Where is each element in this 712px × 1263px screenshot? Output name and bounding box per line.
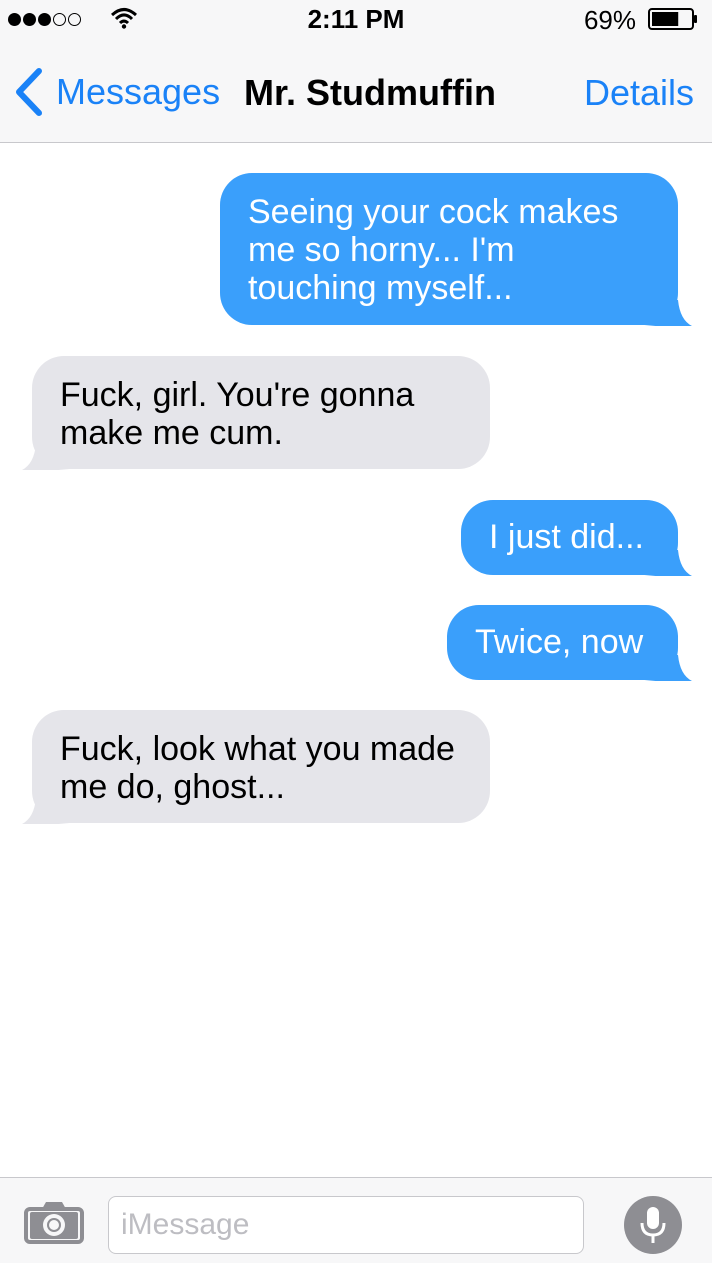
conversation-title: Mr. Studmuffin <box>244 72 496 113</box>
incoming-message[interactable]: Fuck, look what you made me do, ghost... <box>32 710 490 823</box>
back-button[interactable]: Messages <box>12 62 220 122</box>
bubble-tail <box>22 444 78 470</box>
status-bar: 2:11 PM 69% <box>0 0 712 40</box>
bubble-tail <box>636 550 692 576</box>
battery-percent: 69% <box>583 5 636 35</box>
bubble-tail <box>636 655 692 681</box>
camera-icon[interactable] <box>24 1200 84 1244</box>
battery-icon <box>648 8 697 30</box>
back-label: Messages <box>56 71 221 112</box>
details-button[interactable]: Details <box>584 72 694 114</box>
incoming-message[interactable]: Fuck, girl. You're gonna make me cum. <box>32 356 490 469</box>
header: 2:11 PM 69% Messages Mr. Studmuffin Deta… <box>0 0 712 143</box>
bubble-tail <box>636 300 692 326</box>
chevron-left-icon <box>16 68 42 116</box>
nav-bar: Messages Mr. Studmuffin Details <box>0 40 712 143</box>
outgoing-message[interactable]: Seeing your cock makes me so horny... I'… <box>220 173 678 325</box>
message-input[interactable] <box>108 1196 584 1254</box>
mic-button[interactable] <box>624 1196 682 1254</box>
compose-bar <box>0 1177 712 1263</box>
messages-screen: 2:11 PM 69% Messages Mr. Studmuffin Deta… <box>0 0 712 1263</box>
bubble-tail <box>22 798 78 824</box>
microphone-icon <box>640 1207 666 1243</box>
